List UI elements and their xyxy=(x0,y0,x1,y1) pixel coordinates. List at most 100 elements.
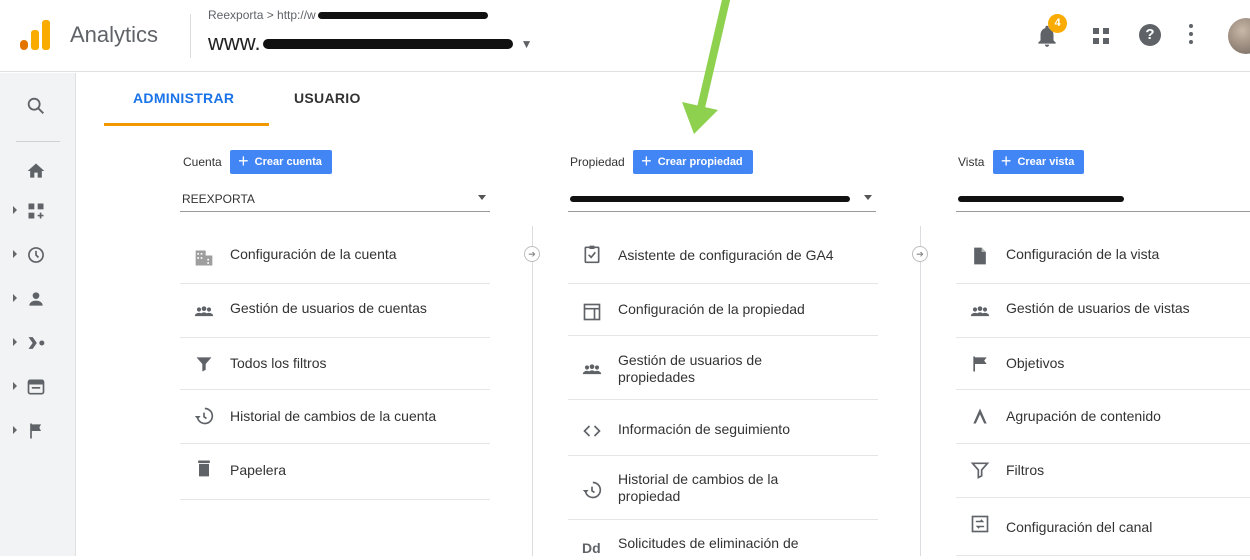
view-users-label: Gestión de usuarios de vistas xyxy=(1006,300,1190,316)
property-dropdown[interactable] xyxy=(568,190,876,212)
nav-conversions[interactable] xyxy=(0,411,76,451)
search-icon xyxy=(27,97,44,114)
deletion-requests-label: Solicitudes de eliminación de xyxy=(618,535,799,551)
view-settings-label: Configuración de la vista xyxy=(1006,246,1160,262)
ga4-setup-assistant-label: Asistente de configuración de GA4 xyxy=(618,247,834,263)
nav-divider xyxy=(16,141,60,142)
account-history-item[interactable]: Historial de cambios de la cuenta xyxy=(180,390,490,444)
account-label: Cuenta xyxy=(183,155,222,169)
acquisition-icon xyxy=(28,337,45,349)
breadcrumb-text: Reexporta > http://w xyxy=(208,8,316,22)
deletion-requests-item[interactable]: Dd Solicitudes de eliminación de xyxy=(568,520,878,560)
more-vert-icon[interactable] xyxy=(1188,24,1194,46)
goals-item[interactable]: Objetivos xyxy=(956,338,1250,390)
redaction-mark xyxy=(570,196,850,202)
property-settings-item[interactable]: Configuración de la propiedad xyxy=(568,284,878,336)
account-selector-value: REEXPORTA xyxy=(182,192,255,206)
avatar[interactable] xyxy=(1228,18,1250,54)
view-dropdown[interactable] xyxy=(956,190,1250,212)
account-settings-item[interactable]: Configuración de la cuenta xyxy=(180,228,490,284)
nav-acquisition[interactable] xyxy=(0,323,76,363)
redaction-mark xyxy=(958,196,1124,202)
create-view-button[interactable]: + Crear vista xyxy=(992,150,1085,174)
trash-item[interactable]: Papelera xyxy=(180,444,490,500)
caret-down-icon xyxy=(478,195,486,200)
redaction-mark xyxy=(262,39,513,50)
property-settings-label: Configuración de la propiedad xyxy=(618,301,805,317)
plus-icon: + xyxy=(641,151,652,171)
building-icon xyxy=(195,250,213,266)
view-settings-item[interactable]: Configuración de la vista xyxy=(956,228,1250,284)
filter-icon xyxy=(970,462,990,479)
account-column-header: Cuenta + Crear cuenta xyxy=(183,150,332,174)
person-icon xyxy=(29,292,43,306)
account-settings-label: Configuración de la cuenta xyxy=(230,246,397,262)
dd-icon: Dd xyxy=(582,540,601,556)
channel-settings-label: Configuración del canal xyxy=(1006,519,1153,535)
people-icon xyxy=(194,306,214,317)
tab-usuario[interactable]: USUARIO xyxy=(294,90,361,106)
nav-audience[interactable] xyxy=(0,279,76,319)
active-tab-indicator xyxy=(104,123,269,126)
history-icon xyxy=(582,481,602,499)
caret-down-icon xyxy=(864,195,872,200)
property-column-header: Propiedad + Crear propiedad xyxy=(570,150,753,174)
nav-home[interactable] xyxy=(0,151,76,191)
notification-badge: 4 xyxy=(1048,14,1067,33)
dashboard-icon xyxy=(28,203,44,219)
apps-grid-icon[interactable] xyxy=(1091,26,1111,46)
create-property-button[interactable]: + Crear propiedad xyxy=(633,150,753,174)
view-filters-item[interactable]: Filtros xyxy=(956,444,1250,498)
app-title: Analytics xyxy=(70,22,159,47)
notifications-button[interactable]: 4 xyxy=(1034,14,1067,50)
view-label: Vista xyxy=(958,155,985,169)
tracking-info-label: Información de seguimiento xyxy=(618,421,790,437)
people-icon xyxy=(582,364,602,375)
caret-down-icon: ▼ xyxy=(520,37,533,52)
create-view-label: Crear vista xyxy=(1017,156,1075,168)
nav-search[interactable] xyxy=(0,85,76,125)
window-icon xyxy=(583,303,601,321)
browser-window-icon xyxy=(27,379,45,395)
channel-settings-item[interactable]: Configuración del canal xyxy=(956,498,1250,556)
property-users-item[interactable]: Gestión de usuarios de propiedades xyxy=(568,336,878,400)
all-filters-label: Todos los filtros xyxy=(230,355,327,371)
view-users-item[interactable]: Gestión de usuarios de vistas xyxy=(956,284,1250,338)
nav-behavior[interactable] xyxy=(0,367,76,407)
plus-icon: + xyxy=(238,151,249,171)
property-history-item[interactable]: Historial de cambios de la propiedad xyxy=(568,456,878,520)
annotation-arrow-icon xyxy=(682,0,730,134)
help-icon[interactable]: ? xyxy=(1139,24,1161,46)
view-column-header: Vista + Crear vista xyxy=(958,150,1085,174)
property-history-label: Historial de cambios de la propiedad xyxy=(618,471,779,504)
nav-customization[interactable] xyxy=(0,191,76,231)
tab-administrar[interactable]: ADMINISTRAR xyxy=(133,90,234,106)
property-users-label: Gestión de usuarios de propiedades xyxy=(618,352,762,385)
nav-realtime[interactable] xyxy=(0,235,76,275)
connector-arrow-icon: ➔ xyxy=(912,246,928,262)
tracking-info-item[interactable]: Información de seguimiento xyxy=(568,400,878,456)
flag-icon xyxy=(30,423,41,439)
history-icon xyxy=(194,407,214,425)
property-selector[interactable]: www. ▼ xyxy=(208,30,532,56)
breadcrumb[interactable]: Reexporta > http://w xyxy=(208,8,488,22)
account-users-item[interactable]: Gestión de usuarios de cuentas xyxy=(180,284,490,338)
analytics-logo-icon[interactable] xyxy=(18,18,52,52)
redaction-mark xyxy=(317,12,488,20)
people-icon xyxy=(970,306,990,317)
filter-icon xyxy=(196,357,212,372)
create-account-button[interactable]: + Crear cuenta xyxy=(230,150,332,174)
all-filters-item[interactable]: Todos los filtros xyxy=(180,338,490,390)
property-label: Propiedad xyxy=(570,155,625,169)
header-divider xyxy=(190,14,191,58)
left-navigation xyxy=(0,73,76,556)
account-selector[interactable]: REEXPORTA xyxy=(180,190,490,212)
content-grouping-item[interactable]: Agrupación de contenido xyxy=(956,390,1250,444)
ga4-setup-assistant-item[interactable]: Asistente de configuración de GA4 xyxy=(568,228,878,284)
connector-arrow-icon: ➔ xyxy=(524,246,540,262)
code-icon xyxy=(583,425,601,437)
column-connector-line xyxy=(532,226,533,556)
home-icon xyxy=(27,163,45,178)
trash-icon xyxy=(198,460,210,477)
property-selector-text: www. xyxy=(208,30,261,55)
